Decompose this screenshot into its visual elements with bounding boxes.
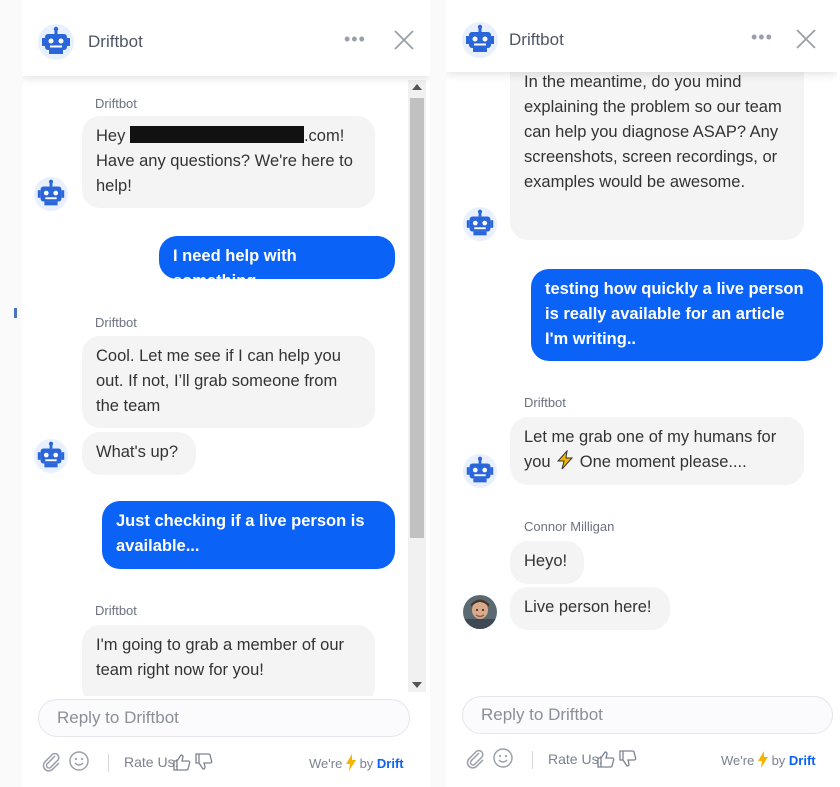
more-dots-icon[interactable]: •••: [344, 29, 366, 50]
agent-message: Heyo!: [510, 541, 584, 584]
driftbot-avatar-icon: [38, 24, 74, 60]
chat-header: Driftbot •••: [22, 8, 430, 76]
lightning-icon: [345, 754, 356, 771]
powered-by-by: by: [771, 753, 786, 768]
bot-message: In the meantime, do you mind explaining …: [510, 72, 804, 240]
user-message: testing how quickly a live person is rea…: [531, 269, 823, 361]
scrollbar[interactable]: [408, 80, 426, 692]
chat-window-left: Driftbot ••• Driftbot Hey .com! Have any…: [22, 8, 430, 787]
scrollbar-thumb[interactable]: [410, 98, 424, 538]
close-icon[interactable]: [796, 29, 816, 49]
powered-by[interactable]: We're by Drift: [309, 754, 404, 771]
background-gutter-left: [0, 0, 22, 787]
message-text: One moment please....: [579, 453, 747, 471]
bot-message: What's up?: [82, 432, 196, 475]
lightning-icon: [557, 450, 574, 470]
powered-by-prefix: We're: [309, 756, 343, 771]
powered-by[interactable]: We're by Drift: [721, 751, 816, 768]
reply-input[interactable]: Reply to Driftbot: [462, 696, 833, 734]
sender-name: Connor Milligan: [524, 519, 615, 534]
rate-label: Rate Us:: [124, 754, 179, 770]
driftbot-avatar-icon: [463, 454, 497, 488]
driftbot-avatar-icon: [462, 22, 498, 58]
paperclip-icon[interactable]: [40, 750, 62, 772]
scroll-down-arrow-icon[interactable]: [412, 682, 422, 688]
user-message: I need help with something: [159, 236, 395, 290]
chat-header: Driftbot •••: [446, 8, 837, 72]
background-marker: [14, 308, 17, 318]
paperclip-icon[interactable]: [464, 747, 486, 769]
bot-message: Let me grab one of my humans for you One…: [510, 417, 804, 485]
redacted-email: [129, 126, 304, 143]
lightning-icon: [757, 751, 768, 768]
more-dots-icon[interactable]: •••: [751, 27, 773, 48]
sender-name: Driftbot: [95, 96, 137, 111]
chat-footer: Rate Us: We're by Drift: [38, 750, 418, 776]
bot-message: I'm going to grab a member of our team r…: [82, 625, 375, 696]
header-title: Driftbot: [509, 30, 564, 49]
emoji-icon[interactable]: [492, 747, 514, 769]
reply-input[interactable]: Reply to Driftbot: [38, 699, 410, 737]
thumbs-down-icon[interactable]: [194, 752, 214, 772]
chat-window-right: Driftbot ••• In the meantime, do you min…: [446, 8, 837, 787]
header-title: Driftbot: [88, 32, 143, 51]
message-feed: Driftbot Hey .com! Have any questions? W…: [22, 76, 430, 696]
agent-message: Live person here!: [510, 587, 670, 630]
user-message: Just checking if a live person is availa…: [102, 501, 395, 569]
powered-by-by: by: [359, 756, 374, 771]
user-avatar: [463, 595, 497, 629]
driftbot-avatar-icon: [34, 177, 68, 211]
message-text: Hey: [96, 127, 130, 145]
bot-message: Cool. Let me see if I can help you out. …: [82, 336, 375, 428]
driftbot-avatar-icon: [34, 439, 68, 473]
sender-name: Driftbot: [95, 315, 137, 330]
driftbot-avatar-icon: [463, 207, 497, 241]
thumbs-up-icon[interactable]: [172, 752, 192, 772]
emoji-icon[interactable]: [68, 750, 90, 772]
message-feed: In the meantime, do you mind explaining …: [446, 72, 837, 692]
thumbs-up-icon[interactable]: [596, 749, 616, 769]
bot-message: Hey .com! Have any questions? We're here…: [82, 116, 375, 208]
powered-by-prefix: We're: [721, 753, 755, 768]
scroll-up-arrow-icon[interactable]: [412, 84, 422, 90]
drift-brand-link[interactable]: Drift: [377, 756, 404, 771]
drift-brand-link[interactable]: Drift: [789, 753, 816, 768]
thumbs-down-icon[interactable]: [618, 749, 638, 769]
background-gutter-middle: [430, 0, 446, 787]
sender-name: Driftbot: [95, 603, 137, 618]
message-text: Have any questions? We're here to help!: [96, 152, 353, 195]
rate-label: Rate Us:: [548, 751, 603, 767]
message-text: .com!: [303, 127, 345, 145]
sender-name: Driftbot: [524, 395, 566, 410]
close-icon[interactable]: [394, 30, 414, 50]
chat-footer: Rate Us: We're by Drift: [462, 747, 827, 773]
